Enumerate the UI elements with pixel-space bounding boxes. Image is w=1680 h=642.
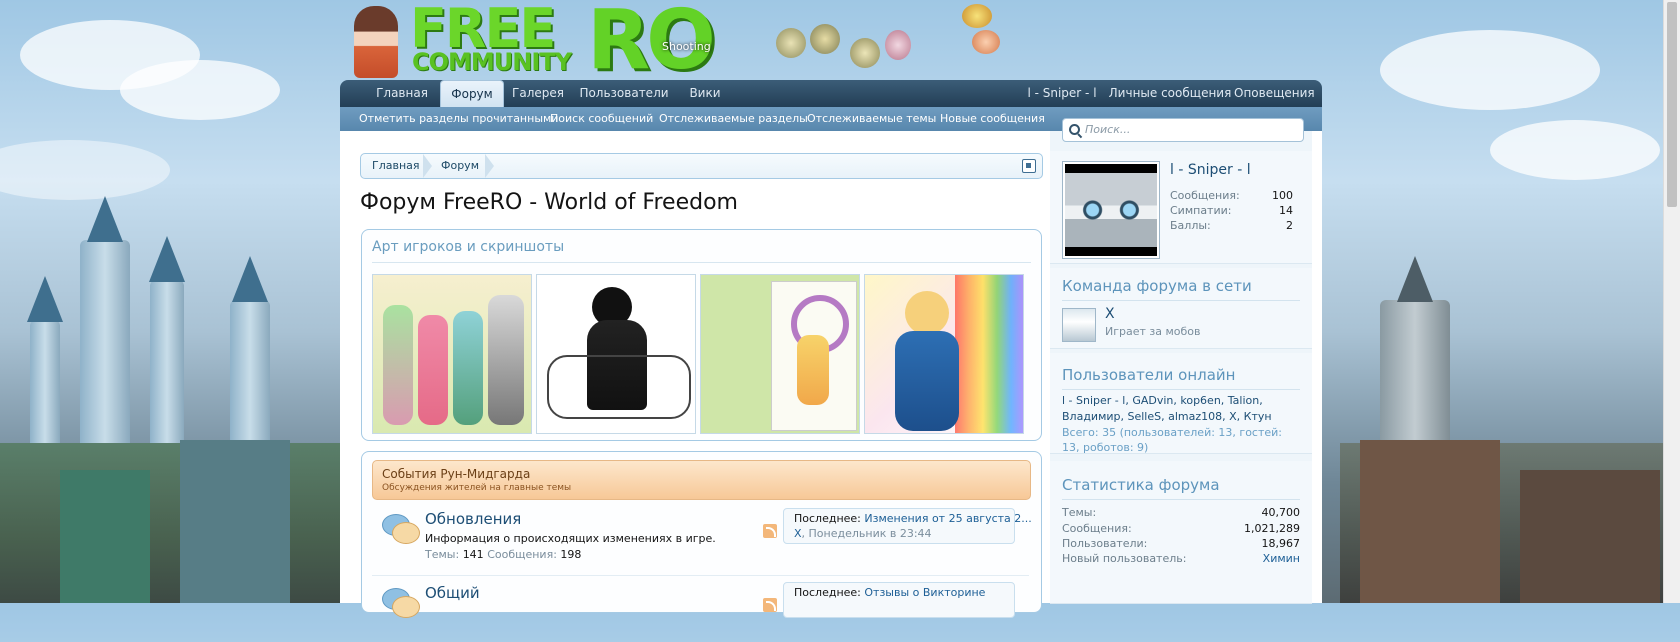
subnav-new-posts[interactable]: Новые сообщения: [940, 107, 1045, 131]
logo-character-image: [354, 6, 398, 78]
art-thumbnail[interactable]: [700, 274, 860, 434]
page-content: Главная Форум Форум FreeRO - World of Fr…: [340, 131, 1322, 618]
forum-stat-newest-user: Новый пользователь: Химин: [1062, 552, 1300, 565]
site-header: FREE COMMUNITY RO Shooting: [340, 0, 1322, 82]
scrollbar-thumb[interactable]: [1667, 2, 1677, 207]
art-gallery-widget: Арт игроков и скриншоты: [361, 229, 1042, 441]
forum-node-description: Информация о происходящих изменениях в и…: [425, 532, 716, 545]
forum-stats-block: Статистика форума Темы: 40,700 Сообщения:…: [1050, 461, 1312, 604]
header-sprite-image: [962, 4, 992, 28]
forum-category-block: События Рун-Мидгарда Обсуждения жителей …: [361, 451, 1042, 618]
forum-chat-icon: [382, 588, 420, 618]
visitor-stat-messages: Сообщения: 100: [1170, 189, 1293, 202]
nav-alerts[interactable]: Оповещения: [1234, 80, 1315, 107]
staff-avatar[interactable]: [1062, 308, 1096, 342]
nav-tab-users[interactable]: Пользователи: [576, 80, 672, 107]
art-thumbnail[interactable]: [536, 274, 696, 434]
last-post-link[interactable]: Отзывы о Викторине: [864, 586, 985, 599]
nav-tab-forum[interactable]: Форум: [440, 80, 504, 109]
users-online-block: Пользователи онлайн l - Sniper - l, GADv…: [1050, 353, 1312, 454]
header-sprite-image: [850, 38, 880, 68]
subnav-watched-threads[interactable]: Отслеживаемые темы: [807, 107, 936, 131]
forum-node: Общий Последнее: Отзывы о Викторине: [372, 582, 1029, 642]
visitor-username[interactable]: l - Sniper - l: [1170, 162, 1251, 178]
page-scrollbar[interactable]: [1663, 0, 1680, 603]
art-thumbnail[interactable]: [864, 274, 1024, 434]
breadcrumb: Главная Форум: [360, 153, 1043, 179]
visitor-stat-likes: Симпатии: 14: [1170, 204, 1293, 217]
search-placeholder: Поиск...: [1085, 123, 1131, 136]
subnav-watched-forums[interactable]: Отслеживаемые разделы: [659, 107, 808, 131]
forum-chat-icon: [382, 514, 420, 544]
rss-icon[interactable]: [763, 524, 777, 538]
header-sprite-image: [972, 30, 1000, 54]
forum-stats-title: Статистика форума: [1062, 476, 1220, 494]
last-post-box: Последнее: Отзывы о Викторине: [783, 582, 1015, 618]
forum-node-stats: Темы: 141 Сообщения: 198: [425, 548, 582, 561]
users-online-title[interactable]: Пользователи онлайн: [1062, 366, 1235, 384]
subnav-mark-read[interactable]: Отметить разделы прочитанными: [359, 107, 558, 131]
art-thumbnail[interactable]: [372, 274, 532, 434]
nav-tab-home[interactable]: Главная: [362, 80, 442, 107]
forum-node: Обновления Информация о происходящих изм…: [372, 508, 1032, 568]
main-navbar: Главная Форум Галерея Пользователи Вики …: [340, 80, 1322, 109]
search-input[interactable]: Поиск...: [1062, 118, 1304, 142]
nav-tab-wiki[interactable]: Вики: [680, 80, 730, 107]
breadcrumb-home[interactable]: Главная: [372, 154, 420, 178]
main-column: Главная Форум Форум FreeRO - World of Fr…: [340, 131, 1046, 618]
page-title: Форум FreeRO - World of Freedom: [360, 190, 738, 215]
art-gallery-title[interactable]: Арт игроков и скриншоты: [372, 239, 564, 255]
background-scenery-left: [0, 0, 340, 603]
category-description: Обсуждения жителей на главные темы: [382, 483, 572, 493]
newest-user-link[interactable]: Химин: [1263, 552, 1300, 565]
breadcrumb-forum[interactable]: Форум: [441, 154, 479, 178]
nav-tab-gallery[interactable]: Галерея: [506, 80, 570, 107]
last-post-link[interactable]: Изменения от 25 августа 2...: [864, 512, 1031, 525]
header-sprite-image: [885, 30, 911, 60]
forum-node-title[interactable]: Общий: [425, 584, 480, 602]
nav-user-menu[interactable]: l - Sniper - l: [1020, 80, 1104, 107]
forum-stat-messages: Сообщения: 1,021,289: [1062, 522, 1300, 535]
logo-community-text: COMMUNITY: [412, 48, 572, 76]
visitor-panel: l - Sniper - l Сообщения: 100 Симпатии: 14…: [1050, 151, 1312, 264]
staff-online-title[interactable]: Команда форума в сети: [1062, 277, 1252, 295]
avatar[interactable]: [1062, 161, 1160, 259]
search-icon: [1069, 124, 1080, 135]
external-link-icon[interactable]: [1022, 159, 1036, 173]
category-header: События Рун-Мидгарда Обсуждения жителей …: [372, 460, 1031, 500]
nav-private-messages[interactable]: Личные сообщения: [1103, 80, 1237, 107]
forum-stat-threads: Темы: 40,700: [1062, 506, 1300, 519]
staff-online-block: Команда форума в сети X Играет за мобов: [1050, 268, 1312, 349]
header-sprite-image: [776, 28, 806, 58]
subnav-search-messages[interactable]: Поиск сообщений: [550, 107, 653, 131]
staff-member-name[interactable]: X: [1105, 306, 1115, 322]
background-scenery-right: [1340, 0, 1680, 603]
staff-member-status: Играет за мобов: [1105, 325, 1201, 338]
header-sprite-image: [810, 24, 840, 54]
category-title[interactable]: События Рун-Мидгарда: [382, 467, 530, 481]
rss-icon[interactable]: [763, 598, 777, 612]
forum-stat-users: Пользователи: 18,967: [1062, 537, 1300, 550]
logo-shooting-text: Shooting: [662, 40, 711, 53]
forum-node-title[interactable]: Обновления: [425, 510, 521, 528]
visitor-stat-points: Баллы: 2: [1170, 219, 1293, 232]
last-post-box: Последнее: Изменения от 25 августа 2... …: [783, 508, 1032, 544]
users-online-list[interactable]: l - Sniper - l, GADvin, kop6en, Talion, …: [1062, 393, 1302, 425]
last-post-user[interactable]: X: [794, 527, 802, 540]
users-online-total: Всего: 35 (пользователей: 13, гостей: 13…: [1062, 426, 1282, 454]
